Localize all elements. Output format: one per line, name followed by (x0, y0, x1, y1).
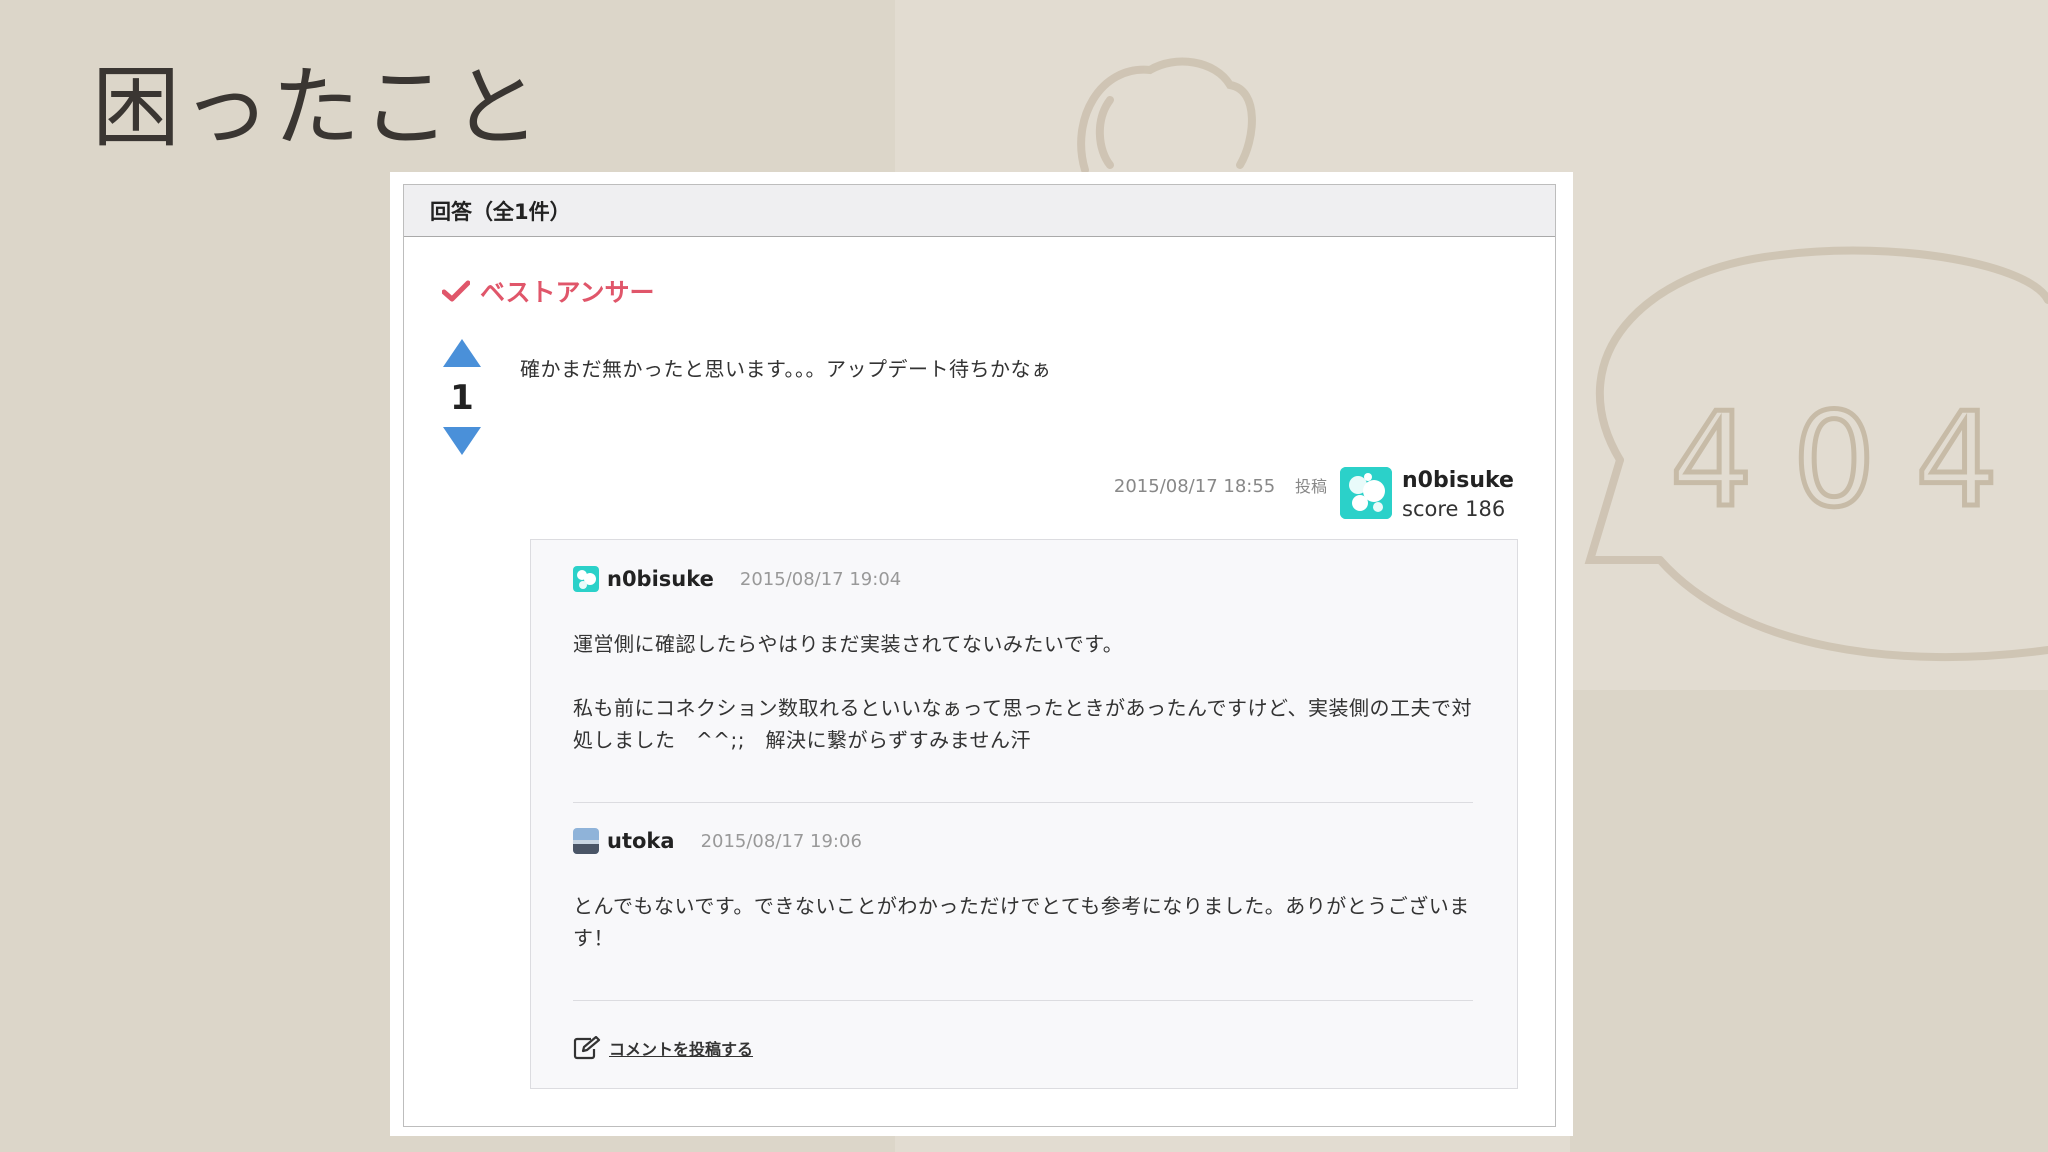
author-name[interactable]: n0bisuke (1402, 467, 1514, 496)
comment-divider (573, 802, 1473, 803)
identicon-icon (573, 566, 599, 592)
comment-item: n0bisuke 2015/08/17 19:04 運営側に確認したらやはりまだ… (573, 566, 1473, 756)
vote-count: 1 (450, 378, 474, 418)
posted-label: 投稿 (1294, 477, 1327, 496)
answer-meta: 2015/08/17 18:55 投稿 (1114, 473, 1327, 497)
screenshot-card: 回答（全1件） ベストアンサー 1 確かまだ無かったと思います。。。アップデート… (390, 172, 1573, 1136)
author-info: n0bisuke score 186 (1402, 467, 1514, 523)
landscape-photo-icon (573, 828, 599, 854)
comment-divider (573, 1000, 1473, 1001)
best-answer-label: ベストアンサー (480, 278, 655, 307)
comment-paragraph: 運営側に確認したらやはりまだ実装されてないみたいです。 (573, 632, 1124, 656)
comment-header: n0bisuke 2015/08/17 19:04 (573, 566, 1473, 592)
comment-avatar[interactable] (573, 566, 599, 592)
answers-panel: 回答（全1件） ベストアンサー 1 確かまだ無かったと思います。。。アップデート… (403, 184, 1556, 1127)
comments-box: n0bisuke 2015/08/17 19:04 運営側に確認したらやはりまだ… (530, 539, 1518, 1089)
check-icon (442, 280, 470, 302)
comment-date: 2015/08/17 19:06 (700, 830, 862, 852)
answers-header: 回答（全1件） (404, 185, 1555, 237)
post-comment-label[interactable]: コメントを投稿する (609, 1036, 753, 1060)
slide-title: 困ったこと (92, 56, 543, 159)
comment-paragraph: 私も前にコネクション数取れるといいなぁって思ったときがあったんですけど、実装側の… (573, 696, 1472, 752)
answer-body: 確かまだ無かったと思います。。。アップデート待ちかなぁ (520, 357, 1052, 381)
downvote-arrow-icon[interactable] (441, 425, 483, 457)
upvote-arrow-icon[interactable] (441, 337, 483, 369)
comment-avatar[interactable] (573, 828, 599, 854)
comment-body: とんでもないです。できないことがわかっただけでとても参考になりました。ありがとう… (573, 890, 1473, 954)
edit-icon (573, 1036, 601, 1060)
comment-user[interactable]: n0bisuke (607, 567, 714, 591)
answer-author[interactable]: n0bisuke score 186 (1340, 467, 1514, 523)
identicon-icon (1340, 467, 1392, 519)
best-answer-badge: ベストアンサー (442, 273, 655, 309)
comment-user[interactable]: utoka (607, 829, 675, 853)
post-comment-link[interactable]: コメントを投稿する (573, 1036, 753, 1060)
comment-item: utoka 2015/08/17 19:06 とんでもないです。できないことがわ… (573, 828, 1473, 954)
author-avatar[interactable] (1340, 467, 1392, 519)
comment-paragraph: とんでもないです。できないことがわかっただけでとても参考になりました。ありがとう… (573, 894, 1470, 950)
sketch-404-text: 404 (1670, 384, 2038, 536)
comment-body: 運営側に確認したらやはりまだ実装されてないみたいです。 私も前にコネクション数取… (573, 628, 1473, 756)
comment-date: 2015/08/17 19:04 (739, 568, 902, 590)
author-score: score 186 (1402, 496, 1506, 521)
comment-header: utoka 2015/08/17 19:06 (573, 828, 1473, 854)
answer-posted-date: 2015/08/17 18:55 (1113, 476, 1276, 497)
vote-widget: 1 (440, 337, 484, 457)
